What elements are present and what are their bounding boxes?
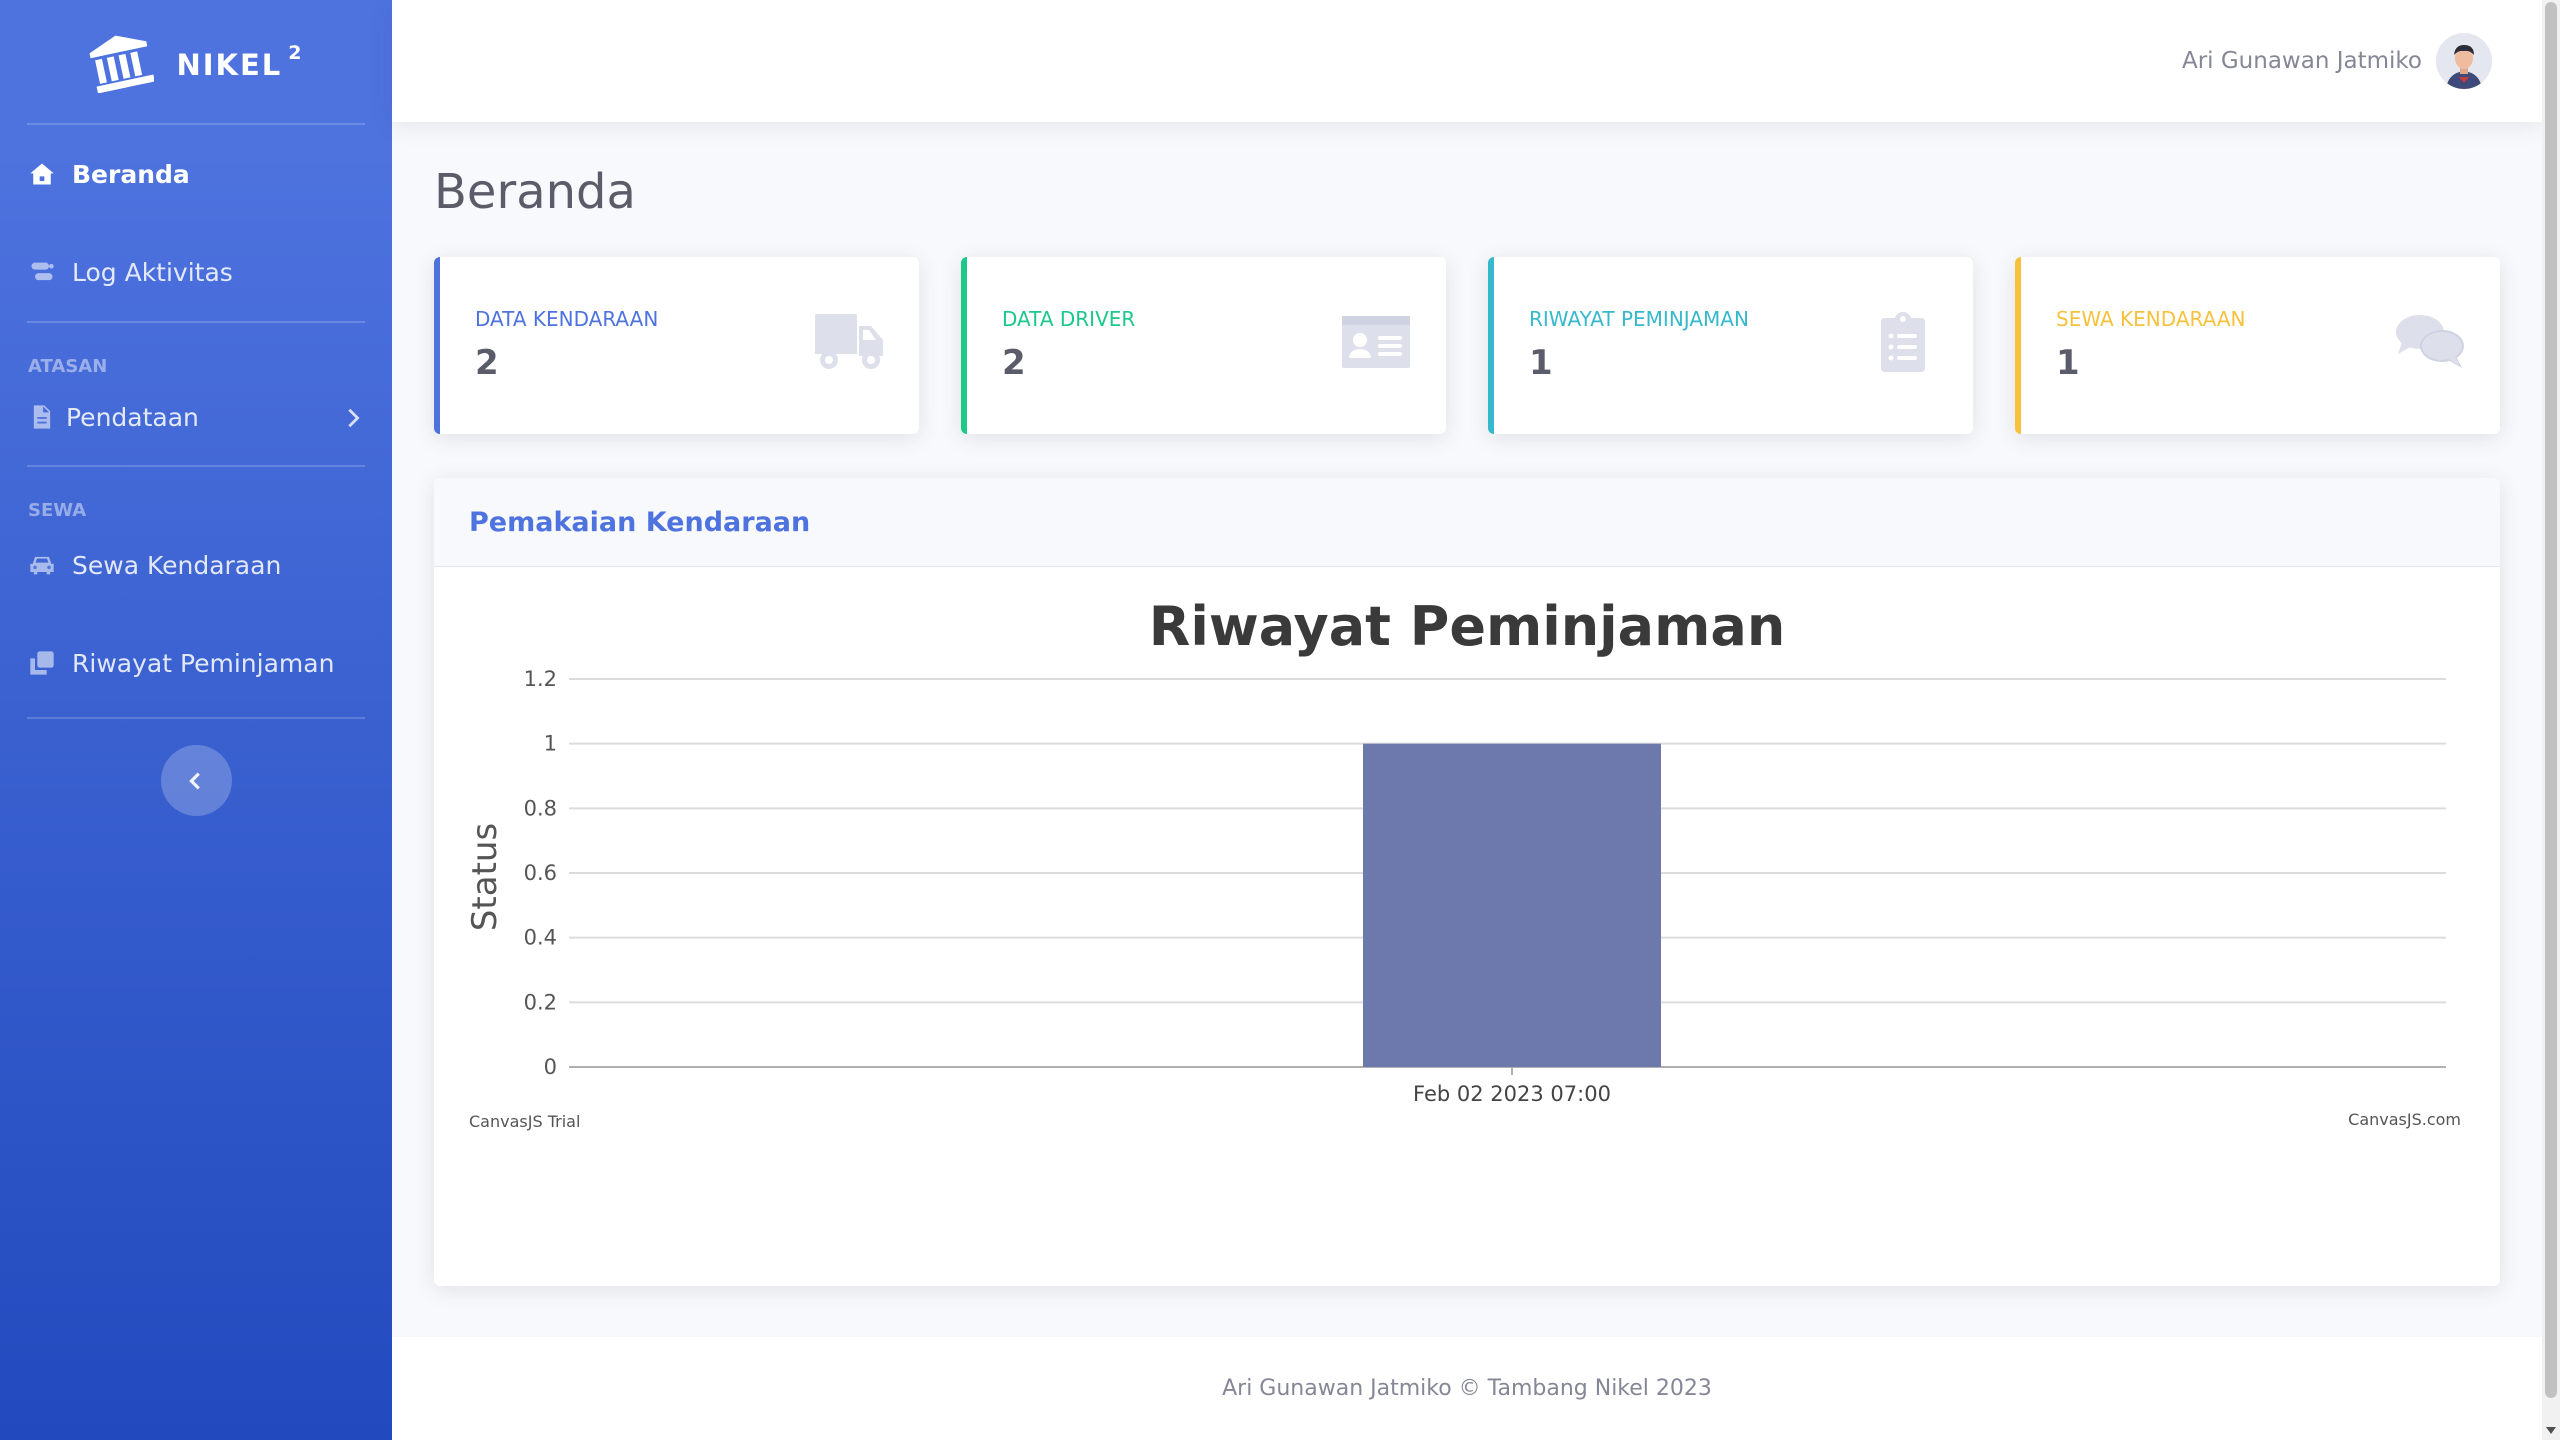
- footer-text: Ari Gunawan Jatmiko © Tambang Nikel 2023: [1222, 1376, 1712, 1401]
- id-card-icon: [1340, 312, 1412, 372]
- sidebar-heading-sewa: SEWA: [28, 500, 87, 521]
- sidebar-item-label: Beranda: [72, 159, 190, 189]
- y-tick-label: 1: [544, 732, 557, 756]
- page-title: Beranda: [434, 164, 636, 220]
- chart-card: Pemakaian Kendaraan Riwayat Peminjaman 0 0…: [434, 478, 2500, 1286]
- watermark-left: CanvasJS Trial: [469, 1112, 580, 1131]
- sidebar-item-beranda[interactable]: Beranda: [0, 125, 392, 223]
- scrollbar[interactable]: [2542, 0, 2560, 1440]
- watermark-right: CanvasJS.com: [2348, 1110, 2461, 1129]
- y-axis-label: Status: [465, 823, 505, 931]
- main-content: Beranda DATA KENDARAAN 2 DATA DRIVER 2 R…: [434, 122, 2500, 1286]
- sidebar: NIKEL 2 Beranda Log Aktivitas ATASAN Pend…: [0, 0, 392, 1440]
- sidebar-toggle-button[interactable]: [160, 745, 232, 816]
- brand-name: NIKEL 2: [176, 41, 304, 82]
- y-tick-label: 0.4: [524, 926, 557, 950]
- sidebar-item-pendataan[interactable]: Pendataan: [0, 377, 392, 457]
- sidebar-heading-atasan: ATASAN: [28, 356, 108, 377]
- chart-body: Riwayat Peminjaman 0 0.2 0.4 0.6 0.8 1 1.2 Statu…: [434, 567, 2500, 1286]
- sidebar-item-label: Pendataan: [66, 402, 199, 432]
- card-riwayat-peminjaman[interactable]: RIWAYAT PEMINJAMAN 1: [1488, 257, 1973, 434]
- scrollbar-thumb[interactable]: [2545, 2, 2557, 1398]
- chevron-left-icon: [189, 772, 200, 789]
- log-icon: [28, 258, 56, 286]
- card-sewa-kendaraan[interactable]: SEWA KENDARAAN 1: [2015, 257, 2500, 434]
- y-tick-label: 0.6: [524, 861, 557, 885]
- car-icon: [28, 551, 56, 579]
- scroll-down-arrow[interactable]: [2546, 1427, 2556, 1434]
- bar-chart: Riwayat Peminjaman 0 0.2 0.4 0.6 0.8 1 1.2 Statu…: [465, 595, 2461, 1131]
- y-tick-label: 1.2: [524, 667, 557, 691]
- truck-icon: [813, 312, 885, 372]
- sidebar-item-label: Riwayat Peminjaman: [72, 648, 335, 678]
- clipboard-list-icon: [1867, 312, 1939, 372]
- home-icon: [28, 160, 56, 188]
- sidebar-item-label: Log Aktivitas: [72, 257, 233, 287]
- avatar[interactable]: [2436, 33, 2492, 89]
- sidebar-item-label: Sewa Kendaraan: [72, 550, 282, 580]
- copy-icon: [28, 649, 56, 677]
- chart-card-title: Pemakaian Kendaraan: [469, 506, 811, 538]
- x-tick-label: Feb 02 2023 07:00: [1413, 1082, 1611, 1106]
- sidebar-divider: [27, 717, 365, 719]
- y-tick-label: 0: [544, 1055, 557, 1079]
- chart-title: Riwayat Peminjaman: [1149, 595, 1786, 658]
- chevron-right-icon: [342, 406, 364, 428]
- chart-card-header: Pemakaian Kendaraan: [434, 478, 2500, 567]
- sidebar-item-log-aktivitas[interactable]: Log Aktivitas: [0, 223, 392, 321]
- user-name[interactable]: Ari Gunawan Jatmiko: [2182, 48, 2422, 74]
- y-tick-label: 0.8: [524, 796, 557, 820]
- card-data-kendaraan[interactable]: DATA KENDARAAN 2: [434, 257, 919, 434]
- card-data-driver[interactable]: DATA DRIVER 2: [961, 257, 1446, 434]
- sidebar-brand[interactable]: NIKEL 2: [0, 0, 392, 123]
- y-tick-label: 0.2: [524, 990, 557, 1014]
- university-icon: [89, 35, 155, 93]
- chart-bar: [1363, 743, 1661, 1067]
- topbar: Ari Gunawan Jatmiko: [392, 0, 2542, 122]
- sidebar-item-riwayat-peminjaman[interactable]: Riwayat Peminjaman: [0, 609, 392, 717]
- comments-icon: [2394, 312, 2466, 372]
- file-icon: [28, 403, 56, 431]
- footer: Ari Gunawan Jatmiko © Tambang Nikel 2023: [392, 1337, 2542, 1440]
- summary-cards: DATA KENDARAAN 2 DATA DRIVER 2 RIWAYAT P…: [434, 257, 2500, 434]
- sidebar-item-sewa-kendaraan[interactable]: Sewa Kendaraan: [0, 521, 392, 609]
